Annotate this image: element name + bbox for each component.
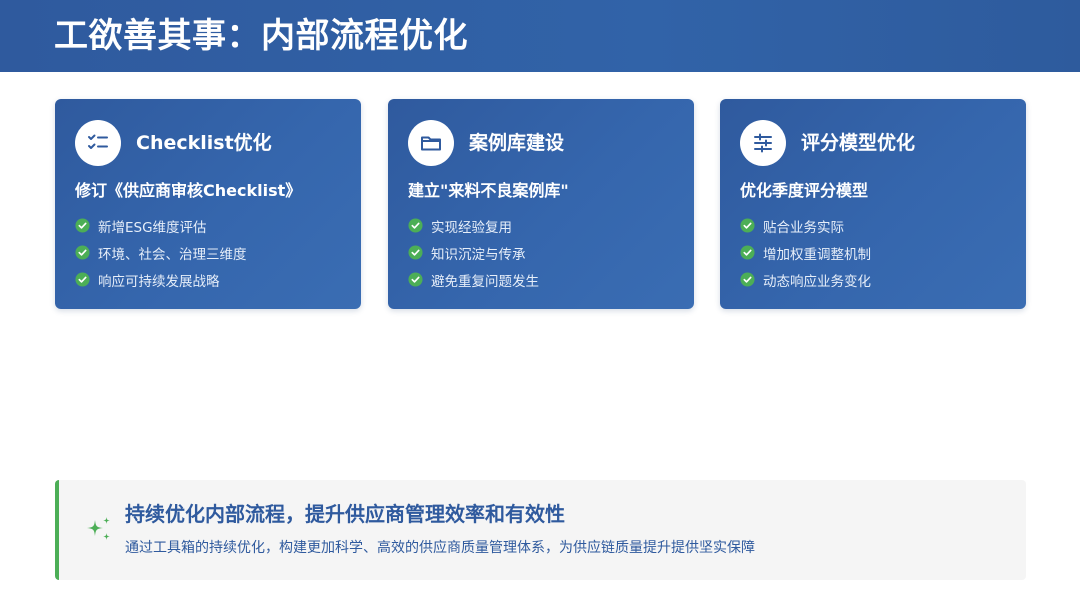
bullet-text: 实现经验复用: [431, 219, 512, 236]
summary-box: 持续优化内部流程，提升供应商管理效率和有效性 通过工具箱的持续优化，构建更加科学…: [55, 480, 1026, 580]
bullet-item: 动态响应业务变化: [740, 266, 871, 293]
bullet-item: 实现经验复用: [408, 212, 539, 239]
check-circle-icon: [408, 272, 423, 287]
check-circle-icon: [408, 218, 423, 233]
sliders-icon: [740, 120, 786, 166]
summary-title: 持续优化内部流程，提升供应商管理效率和有效性: [125, 502, 565, 526]
summary-text: 通过工具箱的持续优化，构建更加科学、高效的供应商质量管理体系，为供应链质量提升提…: [125, 540, 755, 556]
card-checklist: Checklist优化 修订《供应商审核Checklist》 新增ESG维度评估…: [55, 99, 361, 309]
page-title: 工欲善其事：内部流程优化: [54, 16, 468, 56]
bullet-text: 知识沉淀与传承: [431, 246, 526, 263]
card-subtitle: 优化季度评分模型: [740, 181, 869, 200]
checklist-icon: [75, 120, 121, 166]
check-circle-icon: [75, 272, 90, 287]
bullet-text: 动态响应业务变化: [763, 273, 871, 290]
bullet-item: 响应可持续发展战略: [75, 266, 247, 293]
card-case-library: 案例库建设 建立"来料不良案例库" 实现经验复用 知识沉淀与传承 避免重复问题发…: [388, 99, 694, 309]
bullet-text: 环境、社会、治理三维度: [98, 246, 247, 263]
bullet-text: 新增ESG维度评估: [98, 219, 207, 236]
check-circle-icon: [75, 218, 90, 233]
card-subtitle: 建立"来料不良案例库": [408, 181, 569, 200]
bullet-list: 新增ESG维度评估 环境、社会、治理三维度 响应可持续发展战略: [75, 212, 247, 293]
header-bar: 工欲善其事：内部流程优化: [0, 0, 1080, 72]
bullet-item: 增加权重调整机制: [740, 239, 871, 266]
card-title: 案例库建设: [469, 132, 565, 154]
bullet-list: 贴合业务实际 增加权重调整机制 动态响应业务变化: [740, 212, 871, 293]
bullet-text: 避免重复问题发生: [431, 273, 539, 290]
bullet-item: 贴合业务实际: [740, 212, 871, 239]
check-circle-icon: [740, 245, 755, 260]
bullet-item: 环境、社会、治理三维度: [75, 239, 247, 266]
bullet-list: 实现经验复用 知识沉淀与传承 避免重复问题发生: [408, 212, 539, 293]
sparkle-icon: [87, 517, 110, 540]
check-circle-icon: [75, 245, 90, 260]
bullet-item: 新增ESG维度评估: [75, 212, 247, 239]
check-circle-icon: [740, 272, 755, 287]
check-circle-icon: [408, 245, 423, 260]
card-scoring-model: 评分模型优化 优化季度评分模型 贴合业务实际 增加权重调整机制 动态响应业务变化: [720, 99, 1026, 309]
card-title: 评分模型优化: [801, 132, 916, 154]
bullet-text: 响应可持续发展战略: [98, 273, 220, 290]
bullet-item: 知识沉淀与传承: [408, 239, 539, 266]
card-subtitle: 修订《供应商审核Checklist》: [75, 181, 302, 200]
bullet-text: 增加权重调整机制: [763, 246, 871, 263]
check-circle-icon: [740, 218, 755, 233]
folder-icon: [408, 120, 454, 166]
bullet-item: 避免重复问题发生: [408, 266, 539, 293]
card-title: Checklist优化: [136, 132, 272, 154]
bullet-text: 贴合业务实际: [763, 219, 844, 236]
